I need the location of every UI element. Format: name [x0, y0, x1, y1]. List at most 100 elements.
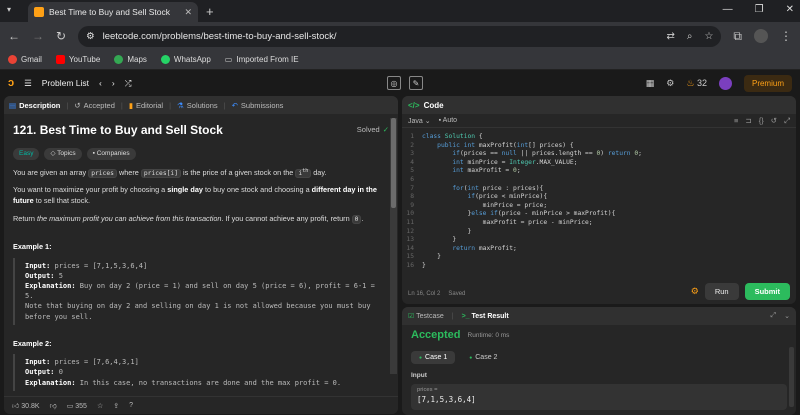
- avatar[interactable]: [718, 76, 732, 90]
- reload-icon[interactable]: ↻: [56, 29, 66, 43]
- maximize-icon[interactable]: ❐: [755, 4, 764, 15]
- bookmark-maps[interactable]: Maps: [114, 55, 147, 64]
- code-line[interactable]: 14 return maxProfit;: [402, 245, 796, 254]
- code-line[interactable]: 15 }: [402, 253, 796, 262]
- prev-problem-icon[interactable]: ‹: [99, 78, 102, 88]
- new-tab-icon[interactable]: +: [206, 4, 214, 19]
- code-line[interactable]: 13 }: [402, 236, 796, 245]
- tab-search-icon[interactable]: ▾: [7, 5, 19, 17]
- dislike-icon[interactable]: 👎︎: [50, 401, 57, 410]
- submit-button[interactable]: Submit: [744, 283, 790, 300]
- leetcode-logo-icon[interactable]: ↄ: [8, 77, 14, 89]
- editorial-icon: ▮: [128, 100, 133, 110]
- bookmark-imported[interactable]: ▭ Imported From IE: [225, 55, 299, 64]
- bookmark-youtube[interactable]: YouTube: [55, 55, 100, 64]
- code-line[interactable]: 9 minPrice = price;: [402, 202, 796, 211]
- like-button[interactable]: 👍︎ 30.8K: [12, 401, 40, 410]
- code-line[interactable]: 5 int maxProfit = 0;: [402, 167, 796, 176]
- page-title: 121. Best Time to Buy and Sell Stock Sol…: [13, 123, 389, 137]
- menu-icon[interactable]: ⋮: [780, 29, 792, 43]
- bookmark-star-icon[interactable]: ☆: [704, 31, 713, 42]
- streak-counter[interactable]: ♨ 32: [686, 78, 707, 89]
- tag-row: Easy ◇ Topics ▪ Companies: [13, 148, 389, 160]
- editor-status: Ln 16, Col 2 Saved: [408, 291, 465, 297]
- extensions-icon[interactable]: ⧉: [733, 29, 742, 44]
- bookmark-icon[interactable]: ⊐: [745, 116, 751, 126]
- format-icon[interactable]: ≡: [734, 116, 738, 126]
- code-line[interactable]: 6: [402, 176, 796, 185]
- case-1-tab[interactable]: ● Case 1: [411, 351, 456, 364]
- bookmark-gmail[interactable]: Gmail: [8, 55, 42, 64]
- problem-list-link[interactable]: Problem List: [42, 78, 89, 88]
- console-settings-icon[interactable]: ⚙: [691, 286, 699, 297]
- profile-avatar[interactable]: [754, 29, 768, 43]
- browser-tab-bar: ▾ Best Time to Buy and Sell Stock ✕ + — …: [0, 0, 800, 22]
- flask-icon: ⚗: [177, 100, 184, 110]
- problem-body: 121. Best Time to Buy and Sell Stock Sol…: [4, 114, 398, 396]
- back-icon[interactable]: ←: [8, 29, 20, 43]
- code-line[interactable]: 7 for(int price : prices){: [402, 185, 796, 194]
- tab-accepted[interactable]: ↺ Accepted: [74, 101, 115, 110]
- address-bar[interactable]: ⚙ leetcode.com/problems/best-time-to-buy…: [78, 25, 722, 47]
- paragraph-1: You are given an array prices where pric…: [13, 167, 327, 178]
- close-tab-icon[interactable]: ✕: [184, 7, 192, 18]
- code-toolbar: Java ⌄ ▪ Auto ≡ ⊐ {} ↺ ⤢: [402, 114, 796, 128]
- comments-button[interactable]: ▭ 355: [67, 402, 87, 410]
- tab-description[interactable]: ▤ Description: [9, 101, 60, 110]
- minimize-icon[interactable]: —: [723, 4, 733, 15]
- tab-test-result[interactable]: >_ Test Result: [462, 313, 509, 320]
- code-line[interactable]: 16}: [402, 262, 796, 271]
- thumbs-up-icon: 👍︎: [12, 403, 20, 410]
- case-2-tab[interactable]: ● Case 2: [461, 351, 505, 364]
- run-button[interactable]: Run: [704, 283, 739, 300]
- code-editor[interactable]: 1 class Solution {2 public int maxProfit(…: [402, 128, 796, 271]
- share-icon[interactable]: ⇪: [113, 402, 119, 410]
- code-line[interactable]: 4 int minPrice = Integer.MAX_VALUE;: [402, 159, 796, 168]
- result-scrollbar[interactable]: [789, 347, 794, 407]
- code-line[interactable]: 3 if(prices == null || prices.length == …: [402, 150, 796, 159]
- auto-mode[interactable]: ▪ Auto: [439, 117, 457, 124]
- runtime: Runtime: 0 ms: [467, 331, 510, 339]
- notes-icon[interactable]: ✎: [409, 76, 423, 90]
- close-window-icon[interactable]: ✕: [786, 4, 794, 15]
- translate-icon[interactable]: ⇄: [666, 31, 674, 42]
- favorite-icon[interactable]: ☆: [97, 402, 103, 410]
- code-line[interactable]: 1 class Solution {: [402, 133, 796, 142]
- premium-button[interactable]: Premium: [743, 74, 792, 92]
- code-line[interactable]: 12 }: [402, 228, 796, 237]
- debug-icon[interactable]: ◎: [387, 76, 401, 90]
- browser-tab[interactable]: Best Time to Buy and Sell Stock ✕: [28, 2, 198, 22]
- braces-icon[interactable]: {}: [759, 116, 764, 126]
- code-line[interactable]: 2 public int maxProfit(int[] prices) {: [402, 142, 796, 151]
- help-icon[interactable]: ?: [129, 402, 133, 409]
- topics-tag[interactable]: ◇ Topics: [44, 148, 82, 160]
- code-header: </> Code: [402, 96, 796, 114]
- url-text: leetcode.com/problems/best-time-to-buy-a…: [102, 30, 337, 42]
- settings-icon[interactable]: ⚙: [666, 78, 674, 89]
- expand-icon[interactable]: ⤢: [784, 116, 790, 126]
- zoom-icon[interactable]: ⌕: [687, 31, 693, 42]
- result-tabs: ☑ Testcase | >_ Test Result ⤢ ⌄: [402, 307, 796, 325]
- tab-testcase[interactable]: ☑ Testcase: [408, 312, 444, 320]
- code-line[interactable]: 11 maxProfit = price - minPrice;: [402, 219, 796, 228]
- description-scrollbar[interactable]: [390, 118, 397, 374]
- companies-tag[interactable]: ▪ Companies: [86, 148, 136, 160]
- site-info-icon[interactable]: ⚙: [86, 31, 95, 42]
- next-problem-icon[interactable]: ›: [112, 78, 115, 88]
- tab-solutions[interactable]: ⚗ Solutions: [177, 101, 218, 110]
- forward-icon[interactable]: →: [32, 29, 44, 43]
- language-select[interactable]: Java ⌄: [408, 117, 431, 125]
- tab-editorial[interactable]: ▮ Editorial: [129, 101, 163, 110]
- example-1-block: Input: prices = [7,1,5,3,6,4] Output: 5 …: [13, 257, 389, 325]
- bookmark-whatsapp[interactable]: WhatsApp: [160, 55, 211, 64]
- shuffle-icon[interactable]: ⤮: [125, 78, 132, 89]
- code-line[interactable]: 8 if(price < minPrice){: [402, 193, 796, 202]
- reset-icon[interactable]: ↺: [771, 116, 777, 126]
- layout-icon[interactable]: ▦: [646, 78, 655, 89]
- checkbox-icon: ☑: [408, 313, 415, 320]
- maximize-panel-icon[interactable]: ⤢: [771, 312, 777, 320]
- tab-submissions[interactable]: ↶ Submissions: [232, 101, 284, 110]
- collapse-panel-icon[interactable]: ⌄: [784, 312, 790, 320]
- code-line[interactable]: 10 }else if(price - minPrice > maxProfit…: [402, 210, 796, 219]
- code-panel: </> Code Java ⌄ ▪ Auto ≡ ⊐ {} ↺ ⤢ 1 class…: [402, 96, 796, 304]
